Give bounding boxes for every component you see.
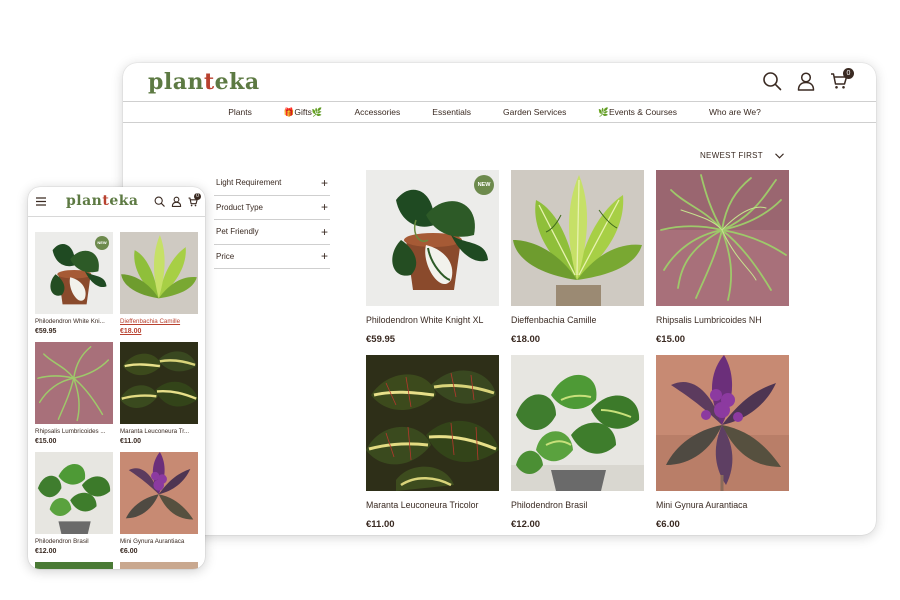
search-icon[interactable] [154, 196, 165, 207]
product-image-rhipsalis[interactable] [656, 170, 789, 306]
product-price: €6.00 [120, 548, 138, 555]
nav-item-accessories[interactable]: Accessories [338, 107, 416, 117]
product-card[interactable]: Philodendron Brasil €12.00 [35, 452, 113, 562]
filter-product-type[interactable]: Product Type + [214, 196, 330, 220]
main-nav: Plants 🎁Gifts🌿 Accessories Essentials Ga… [123, 101, 876, 123]
cart-icon[interactable]: 0 [830, 68, 854, 90]
product-price: €59.95 [35, 328, 57, 335]
product-name[interactable]: Philodendron Brasil [511, 500, 644, 510]
desktop-window: planteka 0 Plants 🎁Gifts🌿 Accessories Es… [123, 63, 876, 535]
nav-item-plants[interactable]: Plants [212, 107, 268, 117]
product-price: €18.00 [511, 334, 541, 345]
plus-icon: + [320, 200, 328, 215]
product-image-philodendron-brasil[interactable] [35, 452, 113, 534]
product-card[interactable]: Mini Gynura Aurantiaca €6.00 [120, 452, 198, 562]
product-price: €12.00 [35, 548, 57, 555]
product-name[interactable]: Rhipsalis Lumbricoides NH [656, 315, 789, 325]
product-image-philodendron-brasil[interactable] [511, 355, 644, 491]
product-card[interactable]: Maranta Leuconeura Tr... €11.00 [120, 342, 198, 452]
product-price: €15.00 [35, 438, 57, 445]
product-name[interactable]: Dieffenbachia Camille [511, 315, 644, 325]
product-image-philodendron-white-knight[interactable]: NEW [366, 170, 499, 306]
filter-panel: Light Requirement + Product Type + Pet Fri… [214, 171, 330, 269]
nav-item-garden-services[interactable]: Garden Services [487, 107, 582, 117]
product-name[interactable]: Mini Gynura Aurantiaca [656, 500, 789, 510]
search-icon[interactable] [762, 71, 782, 91]
product-name[interactable]: Philodendron White Knight XL [366, 315, 499, 325]
product-image-philodendron-white-knight[interactable]: NEW [35, 232, 113, 314]
product-price: €59.95 [366, 334, 396, 345]
product-image-gynura[interactable] [656, 355, 789, 491]
product-name[interactable]: Philodendron White Kni... [35, 318, 113, 325]
peek-image [120, 562, 198, 569]
product-price: €12.00 [511, 519, 541, 530]
plus-icon: + [320, 175, 328, 190]
product-price: €11.00 [120, 438, 142, 445]
product-image-dieffenbachia[interactable] [511, 170, 644, 306]
product-card[interactable]: Maranta Leuconeura Tricolor €11.00 [366, 355, 499, 535]
sort-label: NEWEST FIRST [699, 151, 763, 160]
product-image-rhipsalis[interactable] [35, 342, 113, 424]
product-name[interactable]: Mini Gynura Aurantiaca [120, 538, 198, 545]
filter-label: Pet Friendly [216, 227, 259, 237]
product-card[interactable]: Rhipsalis Lumbricoides ... €15.00 [35, 342, 113, 452]
mobile-header: planteka 0 [28, 187, 205, 217]
filter-label: Product Type [216, 202, 263, 212]
product-card[interactable]: NEW Philodendron White Kni... €59.95 [35, 232, 113, 342]
cart-count-badge: 0 [194, 193, 201, 200]
nav-item-events-courses[interactable]: 🌿Events & Courses [582, 107, 693, 118]
account-icon[interactable] [796, 71, 816, 91]
cart-count-badge: 0 [843, 68, 854, 79]
peek-image [35, 562, 113, 569]
cart-icon[interactable]: 0 [188, 193, 201, 207]
product-price: €11.00 [366, 519, 395, 530]
product-name[interactable]: Maranta Leuconeura Tricolor [366, 500, 499, 510]
product-card[interactable]: Mini Gynura Aurantiaca €6.00 [656, 355, 789, 535]
product-card[interactable]: Dieffenbachia Camille €18.00 [120, 232, 198, 342]
filter-label: Light Requirement [216, 178, 282, 188]
mobile-window: planteka 0 NEW Philodendron White Kni...… [28, 187, 205, 569]
mobile-brand-logo[interactable]: planteka [66, 193, 139, 209]
product-name[interactable]: Maranta Leuconeura Tr... [120, 428, 198, 435]
site-header: planteka 0 [123, 63, 876, 101]
product-image-maranta[interactable] [120, 342, 198, 424]
filter-pet-friendly[interactable]: Pet Friendly + [214, 220, 330, 245]
plus-icon: + [320, 249, 328, 264]
nav-item-who-are-we[interactable]: Who are We? [693, 107, 777, 117]
brand-logo[interactable]: planteka [148, 69, 260, 95]
product-name[interactable]: Philodendron Brasil [35, 538, 113, 545]
product-grid: NEW Philodendron White Knight XL €59.95 [366, 170, 789, 535]
product-card[interactable]: Dieffenbachia Camille €18.00 [511, 170, 644, 355]
next-row-peek [35, 562, 198, 569]
filter-price[interactable]: Price + [214, 245, 330, 269]
mobile-product-grid: NEW Philodendron White Kni... €59.95 Die… [35, 232, 198, 562]
new-badge: NEW [95, 236, 109, 250]
product-name[interactable]: Rhipsalis Lumbricoides ... [35, 428, 113, 435]
sort-dropdown[interactable]: NEWEST FIRST [700, 151, 784, 160]
filter-light-requirement[interactable]: Light Requirement + [214, 171, 330, 196]
filter-label: Price [216, 251, 235, 261]
product-image-dieffenbachia[interactable] [120, 232, 198, 314]
nav-item-essentials[interactable]: Essentials [416, 107, 487, 117]
product-price: €15.00 [656, 334, 686, 345]
plus-icon: + [320, 224, 328, 239]
hamburger-menu-icon[interactable] [36, 197, 46, 206]
account-icon[interactable] [171, 196, 182, 207]
product-card[interactable]: Rhipsalis Lumbricoides NH €15.00 [656, 170, 789, 355]
new-badge: NEW [474, 175, 494, 195]
product-price: €6.00 [656, 519, 680, 530]
chevron-down-icon [775, 152, 784, 159]
product-image-gynura[interactable] [120, 452, 198, 534]
nav-item-gifts[interactable]: 🎁Gifts🌿 [268, 107, 339, 118]
product-image-maranta[interactable] [366, 355, 499, 491]
product-price: €18.00 [120, 328, 142, 335]
product-card[interactable]: NEW Philodendron White Knight XL €59.95 [366, 170, 499, 355]
product-card[interactable]: Philodendron Brasil €12.00 [511, 355, 644, 535]
product-name[interactable]: Dieffenbachia Camille [120, 318, 198, 325]
